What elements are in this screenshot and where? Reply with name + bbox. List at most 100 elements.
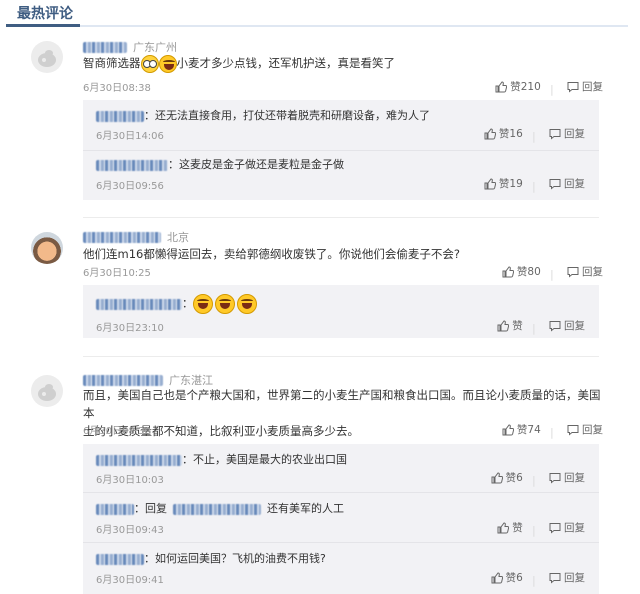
reply-icon bbox=[567, 81, 579, 93]
comment-time: 6月30日10:25 bbox=[83, 268, 151, 279]
username[interactable] bbox=[83, 374, 163, 386]
like-button[interactable]: 赞 bbox=[497, 520, 523, 535]
user-location: 广东广州 bbox=[133, 41, 177, 54]
reply-button[interactable]: 回复 bbox=[549, 318, 585, 333]
reply-line: ：回复 还有美军的人工 bbox=[96, 501, 344, 517]
reply-text: ：如何运回美国？飞机的油费不用钱? bbox=[144, 552, 326, 565]
like-button[interactable]: 赞74 bbox=[502, 422, 541, 437]
like-button[interactable]: 赞210 bbox=[495, 79, 541, 94]
title-underline bbox=[6, 25, 628, 27]
avatar[interactable] bbox=[31, 375, 63, 407]
reply-username[interactable] bbox=[96, 110, 144, 122]
reply-text: ：这麦皮是金子做还是麦粒是金子做 bbox=[168, 158, 344, 171]
reply-icon bbox=[549, 522, 561, 534]
comment-actions: 赞74 | 回复 bbox=[492, 422, 603, 439]
reply-icon bbox=[567, 424, 579, 436]
default-avatar-icon bbox=[38, 50, 56, 67]
reply-button[interactable]: 回复 bbox=[549, 520, 585, 535]
thumbs-up-icon bbox=[484, 127, 496, 139]
reply-button[interactable]: 回复 bbox=[567, 79, 603, 94]
reply-list: ： 6月30日23:10 赞 | 回复 bbox=[83, 285, 599, 338]
action-separator: | bbox=[532, 322, 536, 335]
reply-item: ：不止，美国是最大的农业出口国 6月30日10:03 赞6 | 回复 bbox=[83, 444, 599, 492]
reply-icon bbox=[549, 572, 561, 584]
reply-username[interactable] bbox=[96, 298, 182, 310]
reply-icon bbox=[549, 472, 561, 484]
reply-username[interactable] bbox=[96, 553, 144, 565]
reply-button[interactable]: 回复 bbox=[549, 176, 585, 191]
avatar[interactable] bbox=[31, 232, 63, 264]
reply-time: 6月30日14:06 bbox=[96, 131, 164, 142]
comment-text-part: 小麦才多少点钱，还军机护送，真是看笑了 bbox=[176, 56, 396, 70]
reply-icon bbox=[549, 320, 561, 332]
comment-actions: 赞80 | 回复 bbox=[492, 264, 603, 281]
reply-button[interactable]: 回复 bbox=[567, 264, 603, 279]
reply-actions: 赞6 | 回复 bbox=[481, 570, 585, 587]
like-count: 赞6 bbox=[505, 472, 523, 484]
like-button[interactable]: 赞16 bbox=[484, 126, 523, 141]
reply-username[interactable] bbox=[96, 454, 182, 466]
comment-text-line: 而且，美国自己也是个产粮大国和，世界第二的小麦生产国和粮食出口国。而且论小麦质量… bbox=[83, 388, 601, 420]
title-accent bbox=[6, 24, 80, 27]
thumbs-up-icon bbox=[484, 177, 496, 189]
reply-button[interactable]: 回复 bbox=[567, 422, 603, 437]
reply-actions: 赞 | 回复 bbox=[487, 520, 585, 537]
username[interactable] bbox=[83, 41, 127, 53]
reply-username[interactable] bbox=[96, 503, 134, 515]
like-button[interactable]: 赞6 bbox=[491, 470, 523, 485]
reply-time: 6月30日09:41 bbox=[96, 575, 164, 586]
reply-text: ：还无法直接食用，打仗还带着脱壳和研磨设备，难为人了 bbox=[144, 109, 430, 122]
reply-button[interactable]: 回复 bbox=[549, 570, 585, 585]
action-separator: | bbox=[532, 524, 536, 537]
like-button[interactable]: 赞19 bbox=[484, 176, 523, 191]
comment-divider bbox=[83, 217, 599, 218]
user-line: 广东广州 bbox=[83, 39, 177, 54]
reply-actions: 赞19 | 回复 bbox=[474, 176, 585, 193]
reply-actions: 赞16 | 回复 bbox=[474, 126, 585, 143]
comment-time: 6月30日08:38 bbox=[83, 426, 151, 437]
like-count: 赞80 bbox=[516, 266, 541, 278]
comment-divider bbox=[83, 356, 599, 357]
laugh-emoji-icon bbox=[215, 294, 235, 314]
reply-text: 还有美军的人工 bbox=[267, 502, 344, 515]
reply-line: ：不止，美国是最大的农业出口国 bbox=[96, 452, 347, 468]
reply-text: ： bbox=[182, 297, 193, 310]
reply-label: 回复 bbox=[564, 128, 585, 140]
avatar[interactable] bbox=[31, 41, 63, 73]
action-separator: | bbox=[532, 130, 536, 143]
reply-label: 回复 bbox=[582, 266, 603, 278]
like-button[interactable]: 赞80 bbox=[502, 264, 541, 279]
like-button[interactable]: 赞 bbox=[497, 318, 523, 333]
reply-item: ： 6月30日23:10 赞 | 回复 bbox=[83, 285, 599, 338]
comment-text: 智商筛选器 小麦才多少点钱，还军机护送，真是看笑了 bbox=[83, 54, 603, 73]
action-separator: | bbox=[532, 474, 536, 487]
laugh-emoji-icon bbox=[237, 294, 257, 314]
comment-meta: 6月30日08:38 赞74 | 回复 bbox=[83, 422, 603, 439]
mentioned-username[interactable] bbox=[173, 503, 261, 515]
action-separator: | bbox=[550, 83, 554, 96]
reply-line: ：还无法直接食用，打仗还带着脱壳和研磨设备，难为人了 bbox=[96, 108, 430, 124]
reply-button[interactable]: 回复 bbox=[549, 126, 585, 141]
reply-item: ：回复 还有美军的人工 6月30日09:43 赞 | 回复 bbox=[83, 492, 599, 542]
reply-button[interactable]: 回复 bbox=[549, 470, 585, 485]
like-button[interactable]: 赞6 bbox=[491, 570, 523, 585]
comment-text-part: 智商筛选器 bbox=[83, 56, 141, 70]
reply-line: ：这麦皮是金子做还是麦粒是金子做 bbox=[96, 157, 344, 173]
section-title: 最热评论 bbox=[17, 6, 73, 22]
reply-time: 6月30日09:43 bbox=[96, 525, 164, 536]
reply-text: ：不止，美国是最大的农业出口国 bbox=[182, 453, 347, 466]
thumbs-up-icon bbox=[497, 319, 510, 331]
reply-actions: 赞 | 回复 bbox=[487, 318, 585, 335]
like-count: 赞19 bbox=[498, 178, 523, 190]
reply-label: 回复 bbox=[582, 424, 603, 436]
like-count: 赞6 bbox=[505, 572, 523, 584]
thumbs-up-icon bbox=[491, 471, 503, 483]
reply-icon bbox=[549, 178, 561, 190]
user-line: 广东湛江 bbox=[83, 372, 213, 387]
reply-label: 回复 bbox=[582, 81, 603, 93]
username[interactable] bbox=[83, 231, 161, 243]
reply-username[interactable] bbox=[96, 159, 168, 171]
thumbs-up-icon bbox=[491, 571, 503, 583]
thumbs-up-icon bbox=[495, 80, 508, 92]
action-separator: | bbox=[550, 268, 554, 281]
